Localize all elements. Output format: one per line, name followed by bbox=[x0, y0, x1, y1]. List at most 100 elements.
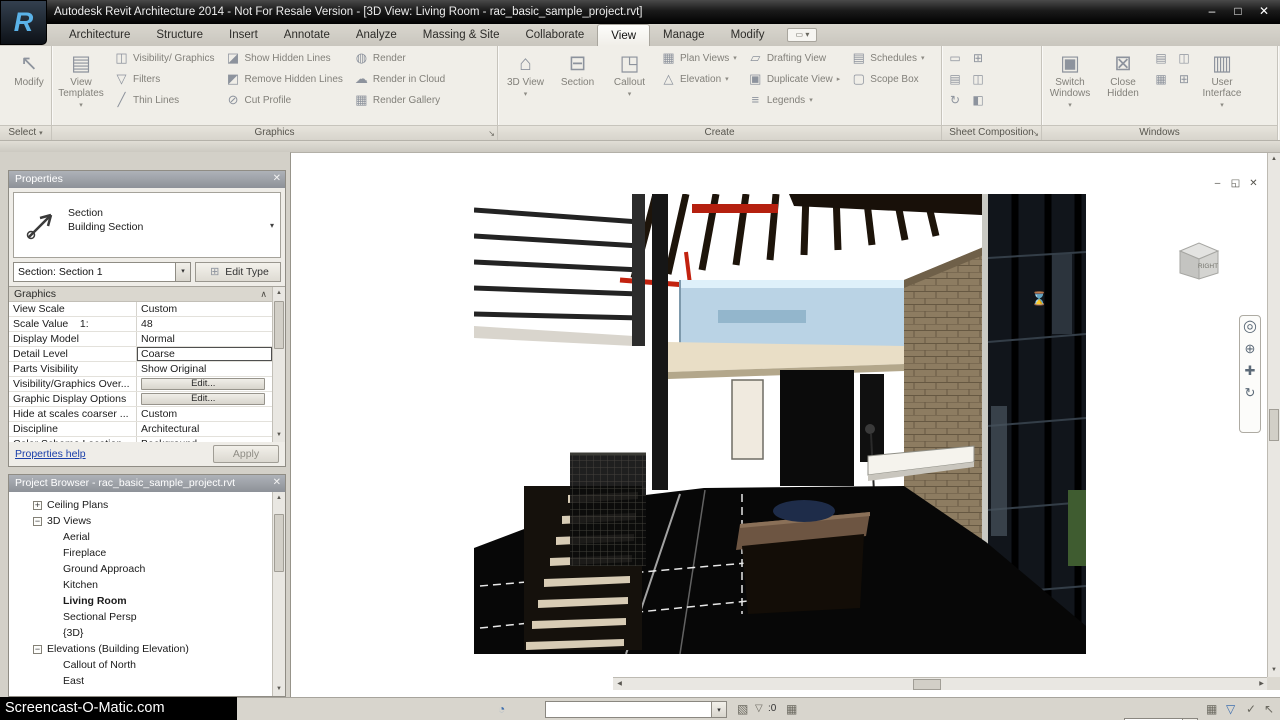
editable-only-icon[interactable]: ▧ bbox=[737, 701, 748, 717]
three-d-view-button[interactable]: ⌂ 3D View ▾ bbox=[501, 48, 550, 123]
legends-button[interactable]: ≡ Legends ▾ bbox=[744, 90, 844, 110]
tree-item[interactable]: {3D} bbox=[9, 625, 272, 641]
view-templates-button[interactable]: ▤ View Templates ▾ bbox=[55, 48, 107, 123]
scroll-up-icon[interactable]: ▲ bbox=[273, 287, 285, 300]
show-hidden-lines-button[interactable]: ◪ Show Hidden Lines bbox=[222, 48, 347, 68]
tree-item[interactable]: Living Room bbox=[9, 593, 272, 609]
properties-help-link[interactable]: Properties help bbox=[15, 448, 86, 460]
tree-item[interactable]: Callout of North bbox=[9, 657, 272, 673]
tab-structure[interactable]: Structure bbox=[143, 24, 216, 46]
select-cursor-icon[interactable]: ↖ bbox=[1264, 701, 1274, 717]
view-reference-button[interactable]: ◧ bbox=[968, 90, 988, 110]
remove-hidden-lines-button[interactable]: ◩ Remove Hidden Lines bbox=[222, 69, 347, 89]
tab-modify[interactable]: Modify bbox=[718, 24, 778, 46]
tree-item[interactable]: − Elevations (Building Elevation) bbox=[9, 641, 272, 657]
scroll-down-icon[interactable]: ▼ bbox=[273, 683, 285, 696]
property-value[interactable]: Normal bbox=[137, 332, 272, 346]
view-restore-icon[interactable]: ◱ bbox=[1229, 177, 1242, 190]
collapse-chevron-icon[interactable]: ∧ bbox=[260, 287, 267, 301]
panel-label-sheet-composition[interactable]: Sheet Composition ↘ bbox=[942, 125, 1041, 140]
new-window-button[interactable]: ⊞ bbox=[1174, 69, 1194, 89]
pan-icon[interactable]: ✚ bbox=[1245, 364, 1256, 378]
orbit-icon[interactable]: ↻ bbox=[1245, 386, 1256, 400]
selection-filter-icon[interactable]: ▽ bbox=[1226, 701, 1235, 717]
render-button[interactable]: ◍ Render bbox=[350, 48, 449, 68]
properties-scrollbar[interactable]: ▲ ▼ bbox=[272, 287, 285, 442]
scope-box-button[interactable]: ▢ Scope Box bbox=[847, 69, 928, 89]
maximize-button[interactable]: □ bbox=[1226, 0, 1250, 24]
scroll-up-icon[interactable]: ▲ bbox=[273, 492, 285, 505]
tree-item[interactable]: Kitchen bbox=[9, 577, 272, 593]
tree-item[interactable]: Aerial bbox=[9, 529, 272, 545]
tile-button[interactable]: ▦ bbox=[1151, 69, 1171, 89]
scroll-left-icon[interactable]: ◀ bbox=[613, 678, 626, 691]
panel-label-select[interactable]: Select ▾ bbox=[0, 125, 51, 140]
scroll-up-icon[interactable]: ▲ bbox=[1268, 153, 1280, 166]
drawing-area[interactable]: – ◱ ✕ RIGHT ◎ ⊕ ✚ ↻ ⌛ ▲ ▼ ◀ ▶ bbox=[290, 152, 1280, 697]
browser-scrollbar[interactable]: ▲ ▼ bbox=[272, 492, 285, 696]
tree-item[interactable]: Sectional Persp bbox=[9, 609, 272, 625]
viewcube[interactable]: RIGHT bbox=[1175, 239, 1223, 281]
close-hidden-button[interactable]: ⊠ Close Hidden bbox=[1098, 48, 1148, 123]
chevron-down-icon[interactable]: ▾ bbox=[175, 263, 190, 281]
panel-label-create[interactable]: Create bbox=[498, 125, 941, 140]
tree-toggle-icon[interactable]: + bbox=[33, 500, 42, 510]
apply-button[interactable]: Apply bbox=[213, 445, 279, 463]
new-sheet-button[interactable]: ▭ bbox=[945, 48, 965, 68]
drafting-view-button[interactable]: ▱ Drafting View bbox=[744, 48, 844, 68]
tree-item[interactable]: −3D Views bbox=[9, 513, 272, 529]
modify-tool-button[interactable]: ↖ Modify bbox=[3, 48, 51, 123]
vertical-scroll-thumb[interactable] bbox=[1269, 409, 1279, 441]
select-toggle-icon[interactable]: ▦ bbox=[786, 701, 797, 717]
horizontal-scrollbar[interactable]: ◀ ▶ bbox=[613, 677, 1268, 690]
thin-lines-button[interactable]: ╱ Thin Lines bbox=[110, 90, 219, 110]
tab-analyze[interactable]: Analyze bbox=[343, 24, 410, 46]
titleblock-button[interactable]: ▤ bbox=[945, 69, 965, 89]
property-value[interactable]: Show Original bbox=[137, 362, 272, 376]
application-menu-button[interactable]: R bbox=[0, 0, 47, 45]
view-minimize-icon[interactable]: – bbox=[1211, 177, 1224, 190]
ribbon-state-toggle[interactable]: ▭ ▾ bbox=[787, 28, 818, 42]
matchline-button[interactable]: ◫ bbox=[968, 69, 988, 89]
filters-button[interactable]: ▽ Filters bbox=[110, 69, 219, 89]
property-value[interactable]: Custom bbox=[137, 407, 272, 421]
schedules-button[interactable]: ▤ Schedules ▾ bbox=[847, 48, 928, 68]
user-interface-button[interactable]: ▥ User Interface ▾ bbox=[1197, 48, 1247, 123]
tab-architecture[interactable]: Architecture bbox=[56, 24, 143, 46]
tree-toggle-icon[interactable]: − bbox=[33, 644, 42, 654]
worksets-icon[interactable]: ◔ bbox=[498, 701, 505, 717]
revisions-button[interactable]: ↻ bbox=[945, 90, 965, 110]
switch-windows-button[interactable]: ▣ Switch Windows ▾ bbox=[1045, 48, 1095, 123]
property-value[interactable]: Edit... bbox=[137, 377, 272, 391]
render-gallery-button[interactable]: ▦ Render Gallery bbox=[350, 90, 449, 110]
edit-button[interactable]: Edit... bbox=[141, 393, 266, 405]
tree-item[interactable]: Fireplace bbox=[9, 545, 272, 561]
tree-item[interactable]: East bbox=[9, 673, 272, 689]
close-button[interactable]: ✕ bbox=[1252, 0, 1276, 24]
replicate-button[interactable]: ◫ bbox=[1174, 48, 1194, 68]
instance-selector-combo[interactable]: Section: Section 1 ▾ bbox=[13, 262, 191, 282]
property-value[interactable]: 48 bbox=[137, 317, 272, 331]
plan-views-button[interactable]: ▦ Plan Views ▾ bbox=[657, 48, 741, 68]
view-close-icon[interactable]: ✕ bbox=[1247, 177, 1260, 190]
type-selector[interactable]: Section Building Section ▾ bbox=[13, 192, 281, 258]
tab-massing-site[interactable]: Massing & Site bbox=[410, 24, 513, 46]
chevron-down-icon[interactable]: ▾ bbox=[264, 193, 280, 257]
cascade-button[interactable]: ▤ bbox=[1151, 48, 1171, 68]
properties-header[interactable]: Properties ✕ bbox=[9, 171, 285, 188]
tree-item[interactable]: + Ceiling Plans bbox=[9, 497, 272, 513]
guide-grid-button[interactable]: ⊞ bbox=[968, 48, 988, 68]
tab-view[interactable]: View bbox=[597, 24, 651, 46]
chevron-down-icon[interactable]: ▾ bbox=[711, 702, 726, 717]
filter-icon[interactable]: ▽ bbox=[755, 701, 763, 717]
panel-label-graphics[interactable]: Graphics ↘ bbox=[52, 125, 497, 140]
elevation-button[interactable]: △ Elevation ▾ bbox=[657, 69, 741, 89]
duplicate-view-button[interactable]: ▣ Duplicate View ▸ bbox=[744, 69, 844, 89]
close-icon[interactable]: ✕ bbox=[273, 173, 281, 184]
scroll-down-icon[interactable]: ▼ bbox=[273, 429, 285, 442]
render-in-cloud-button[interactable]: ☁ Render in Cloud bbox=[350, 69, 449, 89]
dialog-launcher-icon[interactable]: ↘ bbox=[1032, 127, 1039, 140]
tree-toggle-icon[interactable]: − bbox=[33, 516, 42, 526]
scroll-thumb[interactable] bbox=[274, 301, 284, 349]
close-icon[interactable]: ✕ bbox=[273, 477, 281, 488]
